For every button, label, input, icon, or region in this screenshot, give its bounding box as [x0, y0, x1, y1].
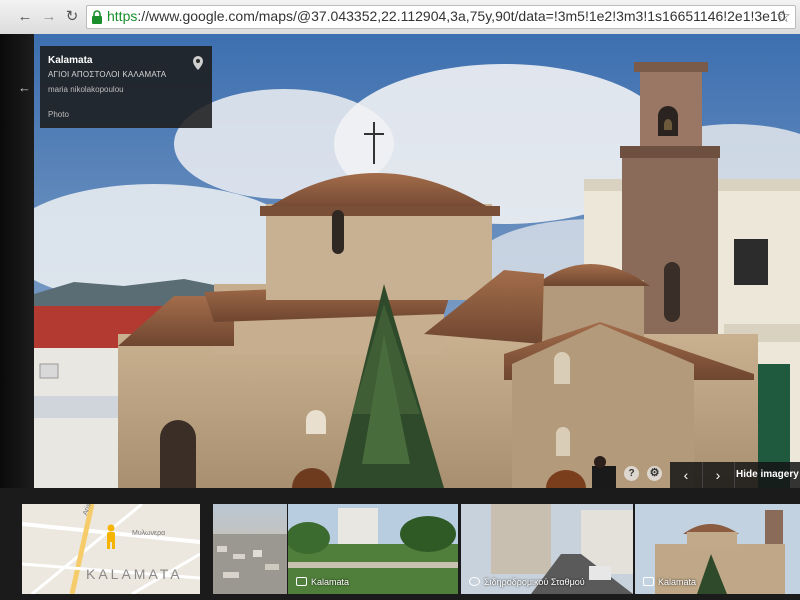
thumbnail-label: Kalamata — [296, 577, 349, 587]
pegman-icon[interactable] — [104, 524, 118, 550]
lock-icon — [92, 10, 102, 24]
camera-icon — [643, 577, 654, 586]
forward-icon[interactable]: → — [40, 8, 58, 26]
street-label-2: Μυλωνερα — [132, 530, 166, 537]
previous-image-button[interactable]: ‹ — [670, 462, 703, 488]
photo-info-card[interactable]: Kalamata ΑΓΙΟΙ ΑΠΟΣΤΟΛΟΙ ΚΑΛΑΜΑΤΑ maria … — [40, 46, 212, 128]
map-pin-icon[interactable] — [193, 56, 203, 70]
address-bar[interactable]: https://www.google.com/maps/@37.043352,2… — [86, 5, 796, 29]
place-title[interactable]: Kalamata — [48, 55, 92, 66]
next-image-button[interactable]: › — [702, 462, 735, 488]
photo-type: Photo — [48, 110, 69, 119]
thumbnail-label: Kalamata — [643, 577, 696, 587]
photo-thumbnail-street[interactable]: Σιδηροδρομικού Σταθμού — [461, 504, 633, 594]
camera-icon — [296, 577, 307, 586]
settings-gear-icon[interactable]: ⚙ — [647, 466, 662, 481]
imagery-nav-bar: ‹ › Hide imagery — [670, 462, 800, 488]
url-text: https://www.google.com/maps/@37.043352,2… — [107, 8, 786, 24]
photo-author[interactable]: maria nikolakopoulou — [48, 85, 124, 94]
photo-thumbnail-park[interactable]: Kalamata — [288, 504, 458, 594]
photo-thumbnail-aerial[interactable] — [213, 504, 287, 594]
back-icon[interactable]: ← — [16, 8, 34, 26]
thumbnail-label: Σιδηροδρομικού Σταθμού — [469, 577, 585, 587]
browser-toolbar: ← → ↻ https://www.google.com/maps/@37.04… — [0, 0, 800, 35]
back-arrow-icon[interactable]: ← — [18, 80, 31, 95]
help-icon[interactable]: ? — [624, 466, 639, 481]
photo-thumbnail-church[interactable]: Kalamata — [635, 504, 800, 594]
map-thumbnail[interactable]: Aristomenous Μυλωνερα KALAMATA — [22, 504, 200, 594]
bookmark-star-icon[interactable]: ☆ — [776, 7, 791, 27]
photo-subtitle: ΑΓΙΟΙ ΑΠΟΣΤΟΛΟΙ ΚΑΛΑΜΑΤΑ — [48, 70, 167, 79]
city-label: KALAMATA — [86, 566, 183, 582]
aerial-thumb-image — [213, 534, 287, 594]
reload-icon[interactable]: ↻ — [63, 8, 81, 26]
street-view-icon — [469, 577, 480, 586]
hide-imagery-button[interactable]: Hide imagery — [736, 462, 799, 488]
